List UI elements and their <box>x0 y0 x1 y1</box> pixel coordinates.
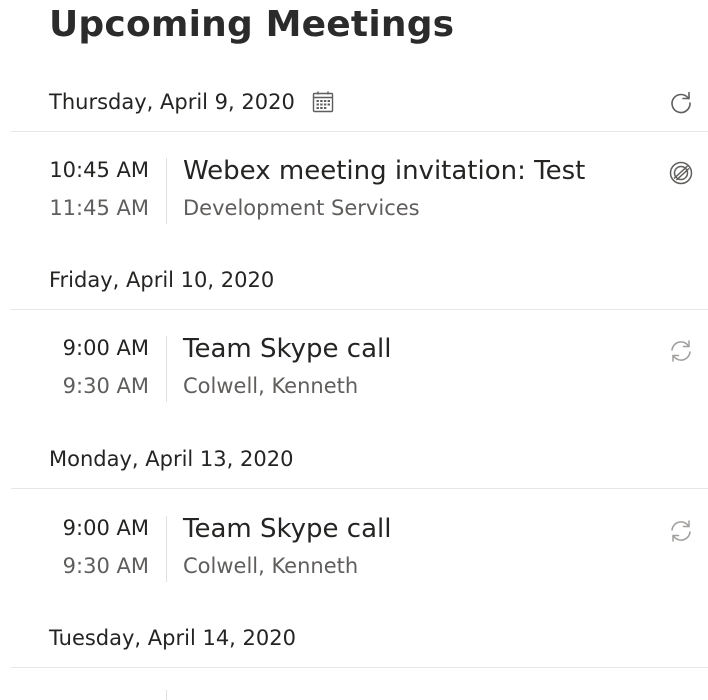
meeting-end-time: 9:30 AM <box>62 374 149 398</box>
meeting-organizer: Colwell, Kenneth <box>183 374 359 398</box>
day-header-monday: Monday, April 13, 2020 <box>49 439 708 479</box>
day-label: Thursday, April 9, 2020 <box>49 90 295 114</box>
meeting-item[interactable]: 10:45 AM 11:45 AM Webex meeting invitati… <box>0 156 708 226</box>
meeting-item[interactable]: 9:00 AM 9:30 AM Team Skype call Colwell,… <box>0 334 708 404</box>
meeting-end-time: 9:30 AM <box>62 554 149 578</box>
day-header-thursday: Thursday, April 9, 2020 <box>49 82 708 122</box>
meeting-time: 10:45 AM 11:45 AM <box>0 156 149 226</box>
page-title: Upcoming Meetings <box>49 4 455 45</box>
meeting-title: Webex meeting invitation: Test <box>183 156 586 186</box>
divider <box>11 667 708 668</box>
webex-icon <box>669 161 693 185</box>
day-label: Monday, April 13, 2020 <box>49 447 294 471</box>
meeting-title: Team Skype call <box>183 334 392 364</box>
day-header-friday: Friday, April 10, 2020 <box>49 260 708 300</box>
time-separator <box>166 516 167 582</box>
meeting-organizer: Development Services <box>183 196 420 220</box>
meeting-item[interactable]: 9:00 AM 9:30 AM Team Skype call Colwell,… <box>0 514 708 584</box>
divider <box>11 488 708 489</box>
meeting-end-time: 11:45 AM <box>49 196 149 220</box>
meeting-start-time: 10:45 AM <box>49 158 149 182</box>
recurring-icon <box>671 340 691 362</box>
day-label: Tuesday, April 14, 2020 <box>49 626 296 650</box>
recurring-icon <box>671 520 691 542</box>
calendar-icon[interactable] <box>311 90 335 114</box>
divider <box>11 131 708 132</box>
time-separator <box>166 336 167 402</box>
day-label: Friday, April 10, 2020 <box>49 268 275 292</box>
day-header-tuesday: Tuesday, April 14, 2020 <box>49 618 708 658</box>
refresh-icon[interactable] <box>668 89 694 115</box>
meeting-time: 9:00 AM 9:30 AM <box>0 514 149 584</box>
meeting-organizer: Colwell, Kenneth <box>183 554 359 578</box>
meeting-title: Team Skype call <box>183 514 392 544</box>
meeting-start-time: 9:00 AM <box>62 516 149 540</box>
time-separator <box>166 158 167 224</box>
time-separator <box>166 690 167 700</box>
meeting-start-time: 9:00 AM <box>62 336 149 360</box>
divider <box>11 309 708 310</box>
meeting-time: 9:00 AM 9:30 AM <box>0 334 149 404</box>
